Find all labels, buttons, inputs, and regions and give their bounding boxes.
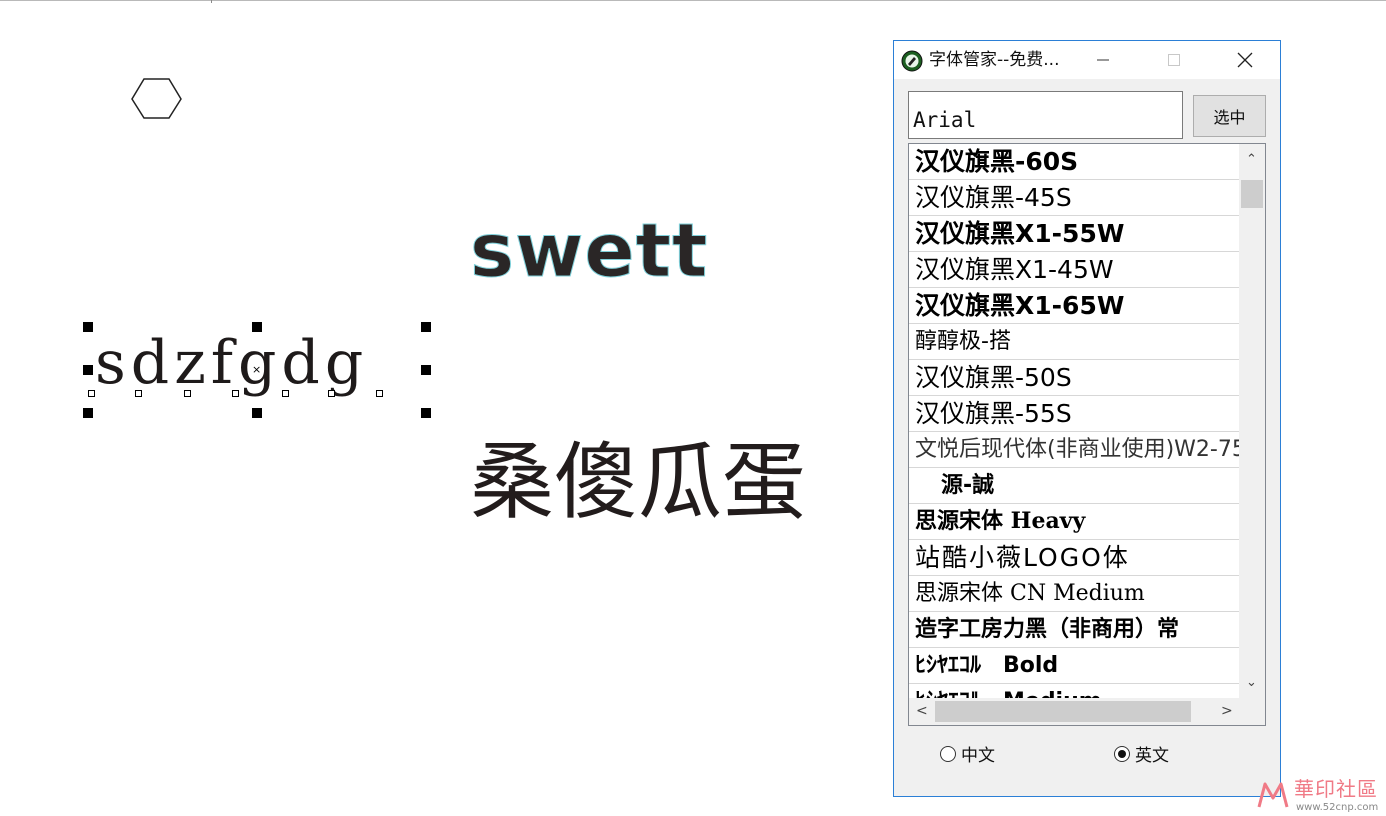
selected-text-content: sdzfgdg	[95, 328, 369, 398]
center-mark-icon: ×	[252, 363, 262, 376]
chevron-up-icon[interactable]: ⌃	[1246, 152, 1257, 167]
radio-selected-icon	[1114, 745, 1130, 762]
selection-handle-top-right[interactable]	[421, 322, 431, 332]
selection-handle-bottom-right[interactable]	[421, 408, 431, 418]
character-node[interactable]	[376, 390, 383, 397]
close-icon	[1237, 52, 1253, 68]
radio-chinese-label: 中文	[961, 746, 995, 766]
horizontal-scrollbar[interactable]: < >	[909, 698, 1265, 725]
watermark-logo-icon	[1257, 782, 1289, 808]
title-bar[interactable]: 字体管家--免费...	[894, 41, 1280, 79]
font-search-input[interactable]	[908, 91, 1183, 139]
maximize-button[interactable]	[1151, 41, 1197, 79]
swett-logo-text[interactable]: swett	[469, 214, 708, 289]
character-node[interactable]	[282, 390, 289, 397]
character-node[interactable]	[135, 390, 142, 397]
font-list-item[interactable]: 汉仪旗黑-50S	[909, 360, 1239, 396]
selection-handle-bottom[interactable]	[252, 408, 262, 418]
selection-handle-left[interactable]	[83, 365, 93, 375]
font-list-item[interactable]: 站酷小薇LOGO体	[909, 540, 1239, 576]
minimize-button[interactable]	[1080, 41, 1126, 79]
font-list-item[interactable]: 醇醇极-搭	[909, 324, 1239, 360]
radio-english[interactable]: 英文	[1114, 741, 1169, 766]
font-list-item[interactable]: 汉仪旗黑-55S	[909, 396, 1239, 432]
chevron-left-icon[interactable]: <	[916, 703, 928, 719]
site-watermark: 華印社區 www.52cnp.com	[1254, 778, 1386, 816]
chinese-text-object[interactable]: 桑傻瓜蛋	[470, 440, 806, 524]
font-list-item[interactable]: 汉仪旗黑X1-65W	[909, 288, 1239, 324]
font-list-items: 汉仪旗黑-60S 汉仪旗黑-45S 汉仪旗黑X1-55W 汉仪旗黑X1-45W …	[909, 144, 1239, 698]
font-list-item[interactable]: ﾋｼﾔｴｺﾙ Bold	[909, 648, 1239, 684]
radio-chinese[interactable]: 中文	[940, 741, 995, 766]
chevron-right-icon[interactable]: >	[1221, 703, 1233, 719]
horizontal-scroll-thumb[interactable]	[935, 701, 1191, 722]
font-list-item[interactable]: 思源宋体 CN Medium	[909, 576, 1239, 612]
font-list-item[interactable]: 汉仪旗黑X1-45W	[909, 252, 1239, 288]
vertical-scroll-thumb[interactable]	[1241, 180, 1263, 208]
font-manager-icon	[901, 50, 923, 72]
window-title: 字体管家--免费...	[929, 50, 1060, 70]
minimize-icon	[1097, 59, 1109, 61]
radio-english-label: 英文	[1135, 746, 1169, 766]
radio-circle-icon	[940, 745, 956, 762]
font-list-item[interactable]: 汉仪旗黑-45S	[909, 180, 1239, 216]
chevron-down-icon[interactable]: ⌄	[1246, 675, 1257, 690]
ruler-tick	[211, 0, 212, 3]
font-list-item[interactable]: ﾋｼﾔｴｺﾙ Medium	[909, 684, 1239, 698]
character-node[interactable]	[232, 390, 239, 397]
selection-handle-top[interactable]	[252, 322, 262, 332]
character-node[interactable]	[328, 390, 335, 397]
selection-handle-right[interactable]	[421, 365, 431, 375]
font-list-item[interactable]: 造字工房力黑（非商用）常	[909, 612, 1239, 648]
close-button[interactable]	[1222, 41, 1268, 79]
watermark-name: 華印社區	[1294, 777, 1378, 801]
font-manager-window[interactable]: 字体管家--免费... 选中 汉仪旗黑-60S 汉仪旗黑-45S 汉仪旗黑X1-…	[893, 40, 1281, 797]
selection-handle-top-left[interactable]	[83, 322, 93, 332]
font-list-item[interactable]: 文悦后现代体(非商业使用)W2-75	[909, 432, 1239, 468]
font-list[interactable]: 汉仪旗黑-60S 汉仪旗黑-45S 汉仪旗黑X1-55W 汉仪旗黑X1-45W …	[908, 143, 1266, 726]
font-list-item[interactable]: 源-誠	[909, 468, 1239, 504]
selection-handle-bottom-left[interactable]	[83, 408, 93, 418]
font-list-item[interactable]: 汉仪旗黑X1-55W	[909, 216, 1239, 252]
maximize-icon	[1168, 54, 1180, 66]
character-node[interactable]	[88, 390, 95, 397]
select-button[interactable]: 选中	[1193, 95, 1266, 137]
watermark-url: www.52cnp.com	[1296, 802, 1379, 813]
vertical-scrollbar[interactable]: ⌃ ⌄	[1239, 144, 1265, 698]
ruler-edge	[0, 0, 1386, 1]
hexagon-shape[interactable]	[130, 77, 183, 121]
font-list-item[interactable]: 汉仪旗黑-60S	[909, 144, 1239, 180]
character-node[interactable]	[184, 390, 191, 397]
font-list-item[interactable]: 思源宋体 Heavy	[909, 504, 1239, 540]
